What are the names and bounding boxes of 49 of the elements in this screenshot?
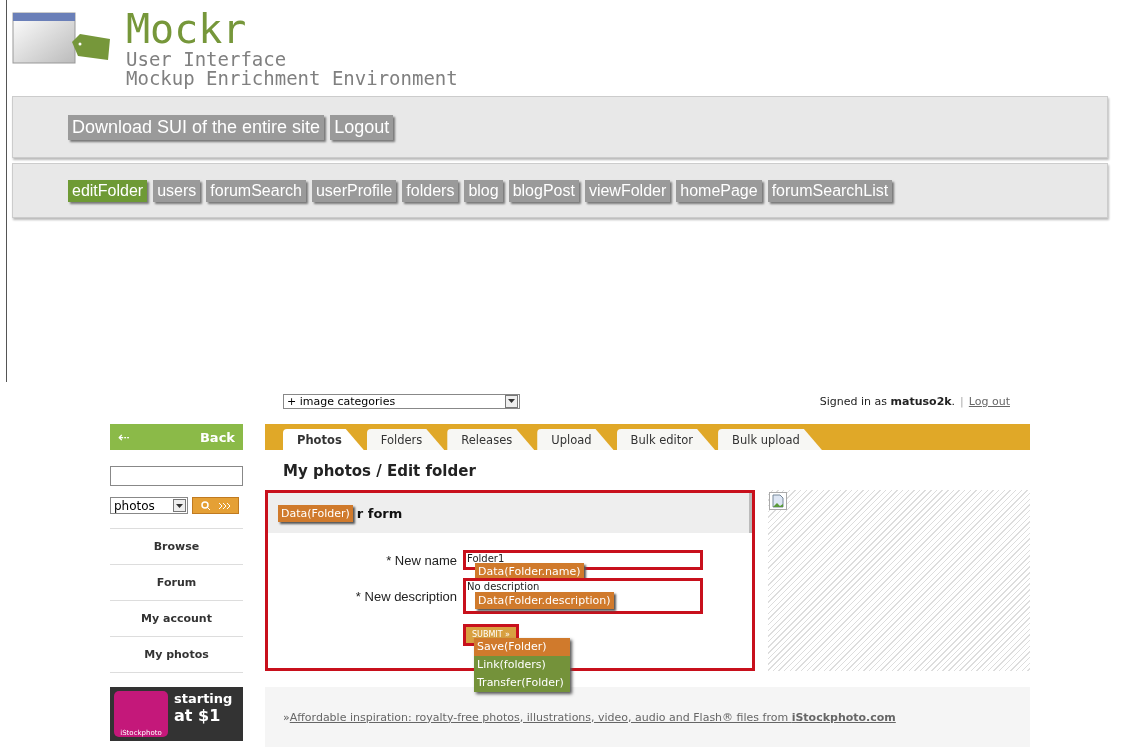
app-title: Mockr bbox=[126, 8, 247, 50]
action-button[interactable]: Download SUI of the entire site bbox=[68, 114, 325, 140]
tab[interactable]: Folders bbox=[366, 429, 445, 450]
page-button[interactable]: blogPost bbox=[508, 179, 579, 202]
nav-link[interactable]: My photos bbox=[110, 637, 243, 673]
annotation-tag: Data(Folder) bbox=[278, 504, 353, 522]
page-button[interactable]: users bbox=[153, 179, 201, 202]
search-icon bbox=[200, 500, 231, 511]
page-button[interactable]: userProfile bbox=[311, 179, 397, 202]
app-subtitle: User Interface bbox=[126, 50, 288, 69]
promo-link[interactable]: Affordable inspiration: royalty-free photos, illustrations, video, audio and Flash® files from iStockphoto.com bbox=[289, 710, 896, 724]
field-label: * New name bbox=[385, 552, 458, 568]
page-button[interactable]: blog bbox=[464, 179, 503, 202]
signed-in-text: Signed in as matuso2k. bbox=[819, 394, 956, 408]
page-button[interactable]: forumSearchList bbox=[767, 179, 893, 202]
category-select[interactable]: + image categories bbox=[283, 393, 520, 409]
page-button[interactable]: folders bbox=[402, 179, 459, 202]
log-out-link[interactable]: Log out bbox=[968, 394, 1010, 408]
form-title: r form bbox=[356, 505, 403, 521]
page-button[interactable]: forumSearch bbox=[206, 179, 306, 202]
annotation-tag: Data(Folder.description) bbox=[475, 592, 614, 609]
tab[interactable]: Bulk upload bbox=[718, 429, 822, 450]
field-label: * New description bbox=[354, 588, 458, 604]
app-subtitle: Mockup Enrichment Environment bbox=[126, 69, 458, 88]
ad-text: starting bbox=[174, 691, 233, 706]
tab[interactable]: Releases bbox=[447, 429, 535, 450]
annotation-item[interactable]: Transfer(Folder) bbox=[474, 674, 570, 692]
separator: | bbox=[960, 394, 964, 408]
action-button[interactable]: Logout bbox=[330, 114, 394, 140]
search-button[interactable] bbox=[192, 497, 239, 514]
nav-link[interactable]: Forum bbox=[110, 565, 243, 601]
page-button[interactable]: editFolder bbox=[68, 179, 148, 202]
tab[interactable]: Bulk editor bbox=[616, 429, 716, 450]
tab[interactable]: Photos bbox=[283, 429, 364, 450]
annotation-item[interactable]: Save(Folder) bbox=[474, 638, 570, 656]
search-field[interactable] bbox=[110, 466, 243, 486]
page-button[interactable]: homePage bbox=[676, 179, 762, 202]
caret-icon bbox=[176, 503, 183, 508]
tab[interactable]: Upload bbox=[537, 429, 614, 450]
caret-icon bbox=[508, 399, 515, 403]
page-heading: My photos / Edit folder bbox=[283, 462, 477, 480]
ad-text: at $1 bbox=[174, 706, 222, 725]
nav-link[interactable]: Browse bbox=[110, 529, 243, 565]
page-button[interactable]: viewFolder bbox=[584, 179, 671, 202]
bullet-mark: » bbox=[283, 710, 290, 724]
nav-link[interactable]: My account bbox=[110, 601, 243, 637]
annotation-item[interactable]: Link(folders) bbox=[474, 656, 570, 674]
broken-image-icon bbox=[769, 492, 787, 510]
scope-select[interactable]: photos bbox=[110, 497, 188, 514]
